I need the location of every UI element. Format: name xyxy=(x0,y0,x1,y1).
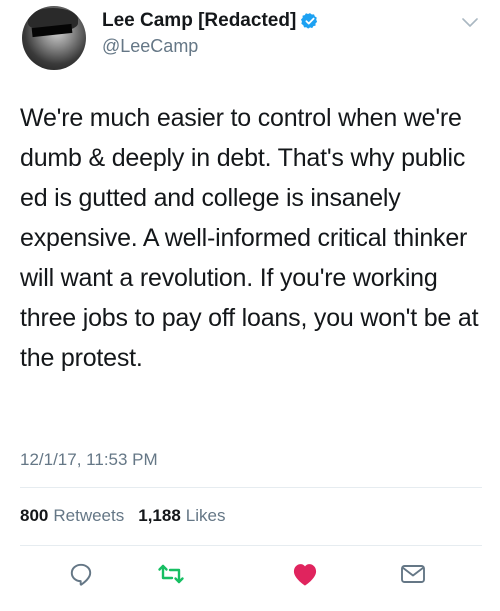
tweet-stats: 800 Retweets 1,188 Likes xyxy=(20,506,239,526)
author-handle[interactable]: @LeeCamp xyxy=(102,36,198,57)
divider xyxy=(20,487,482,488)
retweet-icon xyxy=(158,564,184,584)
verified-badge-icon xyxy=(301,13,318,29)
author-name-row[interactable]: Lee Camp [Redacted] xyxy=(102,10,319,32)
avatar[interactable] xyxy=(22,6,86,70)
retweet-button[interactable] xyxy=(156,560,186,588)
likes-stat[interactable]: 1,188 Likes xyxy=(138,506,225,526)
reply-button[interactable] xyxy=(66,560,96,588)
reply-icon xyxy=(70,563,92,586)
divider xyxy=(20,545,482,546)
direct-message-button[interactable] xyxy=(398,560,428,588)
retweets-label: Retweets xyxy=(53,506,125,525)
author-display-name[interactable]: Lee Camp [Redacted] xyxy=(102,10,296,32)
heart-icon xyxy=(293,564,317,586)
tweet-timestamp[interactable]: 12/1/17, 11:53 PM xyxy=(20,450,158,470)
retweets-stat[interactable]: 800 Retweets xyxy=(20,506,124,526)
tweet-text: We're much easier to control when we're … xyxy=(20,104,479,372)
like-button[interactable] xyxy=(290,560,320,588)
tweet-card: Lee Camp [Redacted] @LeeCamp We're much … xyxy=(0,0,500,611)
chevron-down-icon[interactable] xyxy=(462,18,478,28)
retweets-count: 800 xyxy=(20,506,49,525)
envelope-icon xyxy=(401,565,425,583)
likes-label: Likes xyxy=(185,506,226,525)
likes-count: 1,188 xyxy=(138,506,181,525)
